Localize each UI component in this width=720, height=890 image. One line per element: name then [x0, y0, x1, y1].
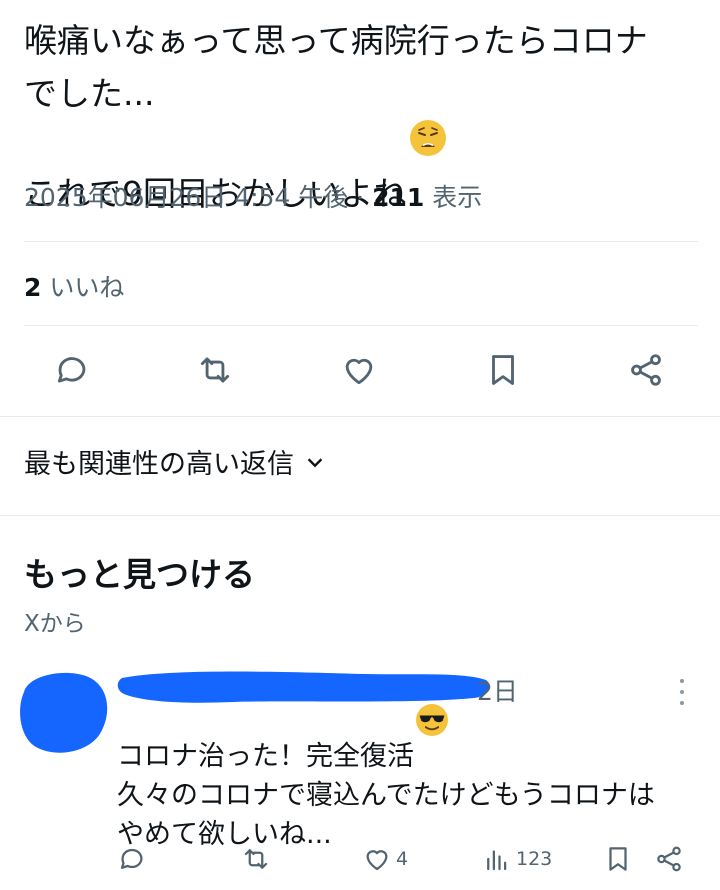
reply-bookmark-button[interactable]: [603, 844, 633, 874]
section-heading: もっと見つける: [24, 555, 255, 594]
tweet-line-2: でした...: [24, 74, 155, 113]
share-icon: [631, 354, 661, 386]
like-stats[interactable]: 2 いいね: [24, 268, 124, 304]
divider: [24, 241, 698, 242]
weary-face-emoji-icon: [410, 120, 447, 156]
view-label: 表示: [432, 183, 483, 212]
like-count: 2: [24, 273, 42, 302]
chevron-down-icon: [307, 457, 323, 467]
divider: [0, 515, 720, 516]
share-icon: [657, 846, 681, 872]
avatar[interactable]: [14, 670, 112, 756]
reply-line-3: やめて欲しいね...: [117, 819, 332, 850]
reply-icon: [57, 357, 86, 383]
reply-sort-dropdown[interactable]: 最も関連性の高い返信: [24, 442, 326, 481]
bookmark-button[interactable]: [479, 346, 527, 394]
reply-text: コロナ治った！完全復活 久々のコロナで寝込んでたけどもうコロナは やめて欲しいね.…: [117, 704, 707, 854]
bookmark-icon: [492, 355, 514, 385]
like-label: いいね: [49, 273, 125, 302]
redacted-username[interactable]: [114, 666, 494, 708]
reply-like-button[interactable]: 4: [362, 844, 408, 874]
reply-line-1: コロナ治った！完全復活: [117, 741, 414, 772]
reply-views-button[interactable]: 123: [482, 844, 552, 874]
view-count: 211: [372, 183, 425, 212]
bookmark-icon: [609, 847, 627, 871]
sunglasses-face-emoji-icon: [416, 704, 448, 736]
divider: [24, 325, 698, 326]
reply-button[interactable]: [48, 346, 96, 394]
share-button[interactable]: [622, 346, 670, 394]
reply-view-count: 123: [516, 848, 553, 870]
analytics-icon: [487, 850, 507, 871]
reply-line-2: 久々のコロナで寝込んでたけどもうコロナは: [117, 780, 655, 811]
reply-time[interactable]: 2日: [477, 672, 518, 708]
like-button[interactable]: [335, 346, 383, 394]
reply-share-button[interactable]: [654, 844, 684, 874]
reply-reply-button[interactable]: [117, 844, 147, 874]
like-icon: [345, 358, 373, 385]
divider: [0, 416, 720, 417]
reply-sort-label: 最も関連性の高い返信: [24, 449, 294, 480]
section-source: Xから: [24, 611, 86, 637]
meta-separator: ·: [356, 183, 365, 212]
reply-icon: [120, 848, 143, 869]
reply-retweet-button[interactable]: [241, 844, 271, 874]
more-dot-icon: [680, 679, 684, 684]
tweet-meta: 2025年06月26日 4:54 午後 · 211 表示: [24, 178, 482, 214]
tweet-timestamp[interactable]: 2025年06月26日 4:54 午後: [24, 183, 348, 212]
more-dot-icon: [680, 689, 684, 694]
retweet-button[interactable]: [191, 346, 239, 394]
tweet-line-1: 喉痛いなぁって思って病院行ったらコロナ: [24, 21, 648, 60]
retweet-icon: [200, 357, 230, 383]
retweet-icon: [244, 849, 268, 869]
reply-like-count: 4: [396, 848, 409, 870]
like-icon: [366, 850, 388, 871]
